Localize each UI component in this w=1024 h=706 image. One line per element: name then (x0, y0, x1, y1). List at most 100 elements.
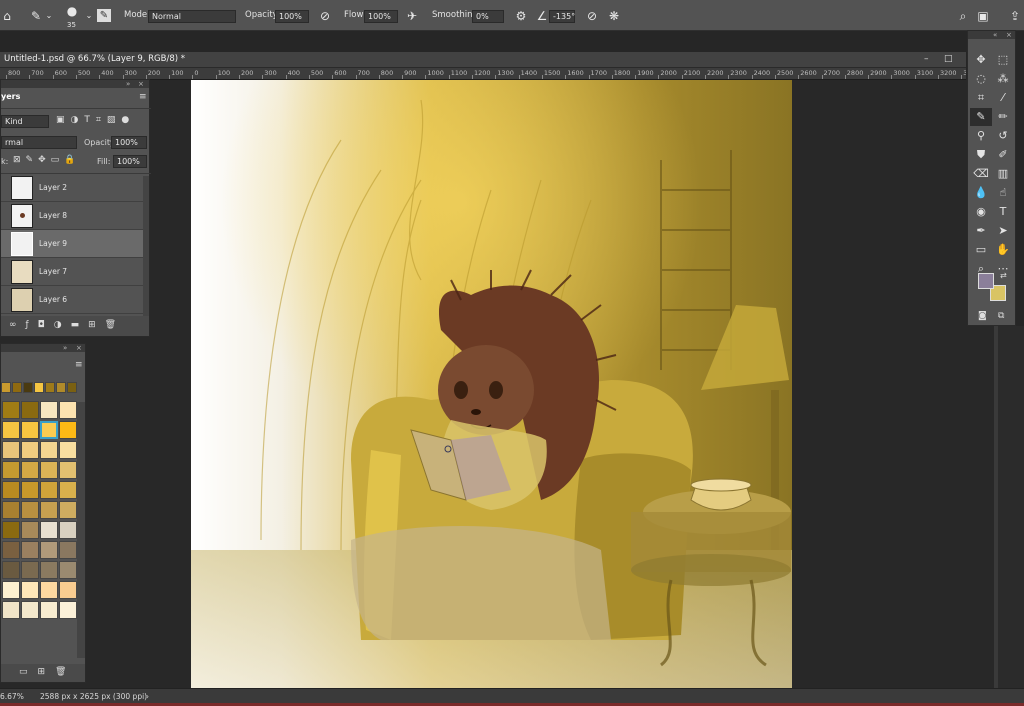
search-icon[interactable]: ⌕ (956, 9, 970, 23)
swatch[interactable] (59, 401, 77, 419)
artwork-canvas[interactable] (191, 80, 792, 690)
layer-row[interactable]: Layer 2 (1, 174, 143, 202)
swatch[interactable] (40, 421, 58, 439)
mode-select[interactable]: Normal (148, 10, 236, 23)
swatch[interactable] (21, 561, 39, 579)
swap-colors-icon[interactable]: ⇄ (1000, 271, 1007, 280)
pencil-icon[interactable]: ✏ (992, 108, 1014, 126)
smudge-icon[interactable]: ☝ (992, 184, 1014, 202)
swatch[interactable] (59, 461, 77, 479)
opacity-field[interactable]: 100% (275, 10, 309, 23)
quick-mask-icon[interactable]: ◙ (978, 311, 987, 321)
swatch[interactable] (59, 501, 77, 519)
recent-swatch[interactable] (12, 382, 22, 393)
layer-row-selected[interactable]: Layer 9 (1, 230, 143, 258)
pressure-opacity-icon[interactable]: ⊘ (318, 9, 332, 23)
swatch[interactable] (40, 521, 58, 539)
swatch[interactable] (21, 581, 39, 599)
swatch[interactable] (21, 541, 39, 559)
swatch[interactable] (59, 561, 77, 579)
chevron-right-icon[interactable]: › (146, 692, 149, 701)
swatch[interactable] (59, 601, 77, 619)
swatch[interactable] (2, 541, 20, 559)
chevron-down-icon[interactable]: ⌄ (84, 9, 94, 23)
smoothing-field[interactable]: 0% (472, 10, 504, 23)
document-tab[interactable]: Untitled-1.psd @ 66.7% (Layer 9, RGB/8) … (0, 52, 966, 68)
swatch[interactable] (40, 401, 58, 419)
collapse-icon[interactable]: » (63, 344, 67, 352)
flow-field[interactable]: 100% (364, 10, 398, 23)
brush-icon[interactable]: ✎ (970, 108, 992, 126)
stamp-icon[interactable]: ⛊ (970, 146, 992, 164)
swatch[interactable] (2, 421, 20, 439)
recent-swatch[interactable] (67, 382, 77, 393)
airbrush-icon[interactable]: ✈ (405, 9, 419, 23)
layer-action-icons[interactable]: ∞ƒ◘◑▬⊞🗑 (9, 320, 125, 330)
recent-swatch[interactable] (34, 382, 44, 393)
swatch[interactable] (40, 541, 58, 559)
lock-icons[interactable]: ⊠✎✥▭🔒 (13, 155, 80, 165)
swatch[interactable] (40, 561, 58, 579)
collapse-icon[interactable]: « (993, 31, 997, 39)
maximize-icon[interactable]: □ (944, 54, 953, 64)
lasso-icon[interactable]: ◌ (970, 70, 992, 88)
path-select-icon[interactable]: ➤ (992, 222, 1014, 240)
swatch[interactable] (21, 441, 39, 459)
foreground-color-swatch[interactable] (978, 273, 994, 289)
layer-row[interactable]: Layer 8 (1, 202, 143, 230)
swatch[interactable] (40, 501, 58, 519)
share-icon[interactable]: ⇪ (1008, 9, 1022, 23)
dodge-icon[interactable]: ◉ (970, 203, 992, 221)
swatch[interactable] (59, 581, 77, 599)
blend-mode-select[interactable]: rmal (1, 136, 77, 149)
swatch[interactable] (21, 501, 39, 519)
mixer-brush-icon[interactable]: ✐ (992, 146, 1014, 164)
symmetry-icon[interactable]: ❋ (607, 9, 621, 23)
layers-scrollbar[interactable] (143, 176, 149, 316)
clone-icon[interactable]: ⚲ (970, 127, 992, 145)
swatch[interactable] (2, 401, 20, 419)
swatch[interactable] (21, 481, 39, 499)
history-brush-icon[interactable]: ↺ (992, 127, 1014, 145)
eraser-icon[interactable]: ⌫ (970, 165, 992, 183)
pen-icon[interactable]: ✒ (970, 222, 992, 240)
panel-menu-icon[interactable]: ≡ (139, 92, 147, 102)
recent-swatch[interactable] (56, 382, 66, 393)
close-icon[interactable]: × (76, 344, 82, 352)
recent-swatch[interactable] (45, 382, 55, 393)
close-icon[interactable]: × (138, 80, 144, 88)
brush-tool-icon[interactable]: ✎ (28, 9, 44, 23)
swatches-scrollbar[interactable] (77, 402, 85, 658)
crop-icon[interactable]: ⌗ (970, 89, 992, 107)
home-icon[interactable]: ⌂ (0, 9, 14, 23)
swatch[interactable] (2, 441, 20, 459)
swatch[interactable] (59, 441, 77, 459)
swatch[interactable] (2, 601, 20, 619)
angle-field[interactable]: -135° (549, 10, 575, 23)
zoom-level[interactable]: 6.67% (0, 692, 24, 701)
swatch[interactable] (59, 521, 77, 539)
chevron-down-icon[interactable]: ⌄ (44, 9, 54, 23)
layer-fill-field[interactable]: 100% (113, 155, 147, 168)
rectangle-icon[interactable]: ▭ (970, 241, 992, 259)
recent-swatch[interactable] (1, 382, 11, 393)
layer-row[interactable]: Layer 6 (1, 286, 143, 314)
swatch[interactable] (2, 461, 20, 479)
swatch[interactable] (21, 521, 39, 539)
swatch-action-icons[interactable]: ▭⊞🗑 (19, 667, 76, 677)
close-icon[interactable]: × (1006, 31, 1012, 39)
hand-icon[interactable]: ✋ (992, 241, 1014, 259)
swatch[interactable] (2, 561, 20, 579)
swatch[interactable] (2, 521, 20, 539)
recent-swatch[interactable] (23, 382, 33, 393)
swatch[interactable] (21, 601, 39, 619)
eyedropper-icon[interactable]: ⁄ (992, 89, 1014, 107)
collapse-icon[interactable]: » (126, 80, 130, 88)
marquee-icon[interactable]: ⬚ (992, 51, 1014, 69)
swatch[interactable] (40, 581, 58, 599)
gear-icon[interactable]: ⚙ (514, 9, 528, 23)
move-icon[interactable]: ✥ (970, 51, 992, 69)
swatch[interactable] (40, 441, 58, 459)
pressure-size-icon[interactable]: ⊘ (585, 9, 599, 23)
swatch[interactable] (59, 421, 77, 439)
